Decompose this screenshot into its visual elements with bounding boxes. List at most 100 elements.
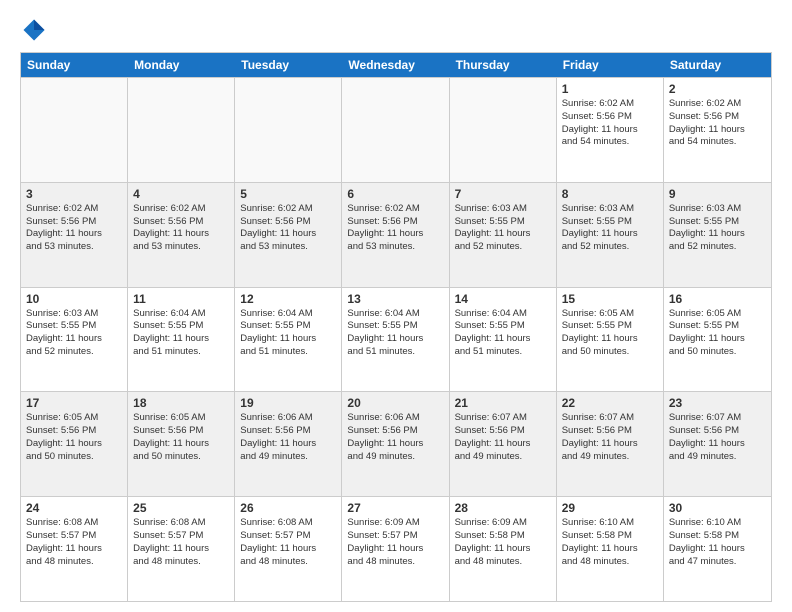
day-info: Sunrise: 6:08 AM Sunset: 5:57 PM Dayligh… <box>26 517 122 568</box>
day-number: 26 <box>240 501 336 515</box>
calendar-cell: 22 Sunrise: 6:07 AM Sunset: 5:56 PM Dayli… <box>557 392 664 496</box>
calendar-cell: 8 Sunrise: 6:03 AM Sunset: 5:55 PM Daylig… <box>557 183 664 287</box>
calendar-cell: 30 Sunrise: 6:10 AM Sunset: 5:58 PM Dayli… <box>664 497 771 601</box>
calendar-cell: 23 Sunrise: 6:07 AM Sunset: 5:56 PM Dayli… <box>664 392 771 496</box>
day-number: 5 <box>240 187 336 201</box>
calendar-cell <box>450 78 557 182</box>
day-number: 25 <box>133 501 229 515</box>
day-number: 14 <box>455 292 551 306</box>
calendar-cell: 6 Sunrise: 6:02 AM Sunset: 5:56 PM Daylig… <box>342 183 449 287</box>
calendar-cell <box>21 78 128 182</box>
calendar-cell: 27 Sunrise: 6:09 AM Sunset: 5:57 PM Dayli… <box>342 497 449 601</box>
day-info: Sunrise: 6:03 AM Sunset: 5:55 PM Dayligh… <box>26 308 122 359</box>
calendar-cell: 1Sunrise: 6:02 AM Sunset: 5:56 PM Daylig… <box>557 78 664 182</box>
day-number: 7 <box>455 187 551 201</box>
logo-icon <box>20 16 48 44</box>
calendar-cell: 20Sunrise: 6:06 AM Sunset: 5:56 PM Dayli… <box>342 392 449 496</box>
day-info: Sunrise: 6:07 AM Sunset: 5:56 PM Dayligh… <box>455 412 551 463</box>
calendar-cell <box>342 78 449 182</box>
day-info: Sunrise: 6:02 AM Sunset: 5:56 PM Dayligh… <box>347 203 443 254</box>
calendar-row: 3Sunrise: 6:02 AM Sunset: 5:56 PM Daylig… <box>21 182 771 287</box>
day-number: 9 <box>669 187 766 201</box>
day-info: Sunrise: 6:05 AM Sunset: 5:55 PM Dayligh… <box>562 308 658 359</box>
day-info: Sunrise: 6:10 AM Sunset: 5:58 PM Dayligh… <box>669 517 766 568</box>
day-info: Sunrise: 6:10 AM Sunset: 5:58 PM Dayligh… <box>562 517 658 568</box>
day-number: 16 <box>669 292 766 306</box>
day-number: 19 <box>240 396 336 410</box>
calendar-cell: 5 Sunrise: 6:02 AM Sunset: 5:56 PM Daylig… <box>235 183 342 287</box>
calendar-header-cell: Friday <box>557 53 664 77</box>
calendar-cell: 18Sunrise: 6:05 AM Sunset: 5:56 PM Dayli… <box>128 392 235 496</box>
day-info: Sunrise: 6:05 AM Sunset: 5:55 PM Dayligh… <box>669 308 766 359</box>
day-number: 28 <box>455 501 551 515</box>
calendar-cell: 29 Sunrise: 6:10 AM Sunset: 5:58 PM Dayli… <box>557 497 664 601</box>
day-info: Sunrise: 6:07 AM Sunset: 5:56 PM Dayligh… <box>669 412 766 463</box>
calendar-cell: 7 Sunrise: 6:03 AM Sunset: 5:55 PM Daylig… <box>450 183 557 287</box>
calendar-header-cell: Sunday <box>21 53 128 77</box>
day-info: Sunrise: 6:04 AM Sunset: 5:55 PM Dayligh… <box>133 308 229 359</box>
calendar-header-cell: Monday <box>128 53 235 77</box>
day-info: Sunrise: 6:04 AM Sunset: 5:55 PM Dayligh… <box>455 308 551 359</box>
calendar-header-cell: Wednesday <box>342 53 449 77</box>
day-info: Sunrise: 6:07 AM Sunset: 5:56 PM Dayligh… <box>562 412 658 463</box>
day-number: 24 <box>26 501 122 515</box>
day-number: 17 <box>26 396 122 410</box>
calendar-cell: 14 Sunrise: 6:04 AM Sunset: 5:55 PM Dayli… <box>450 288 557 392</box>
day-info: Sunrise: 6:02 AM Sunset: 5:56 PM Dayligh… <box>669 98 766 149</box>
calendar-cell: 13 Sunrise: 6:04 AM Sunset: 5:55 PM Dayli… <box>342 288 449 392</box>
calendar-cell: 11 Sunrise: 6:04 AM Sunset: 5:55 PM Dayli… <box>128 288 235 392</box>
day-info: Sunrise: 6:02 AM Sunset: 5:56 PM Dayligh… <box>26 203 122 254</box>
calendar-header-cell: Tuesday <box>235 53 342 77</box>
day-info: Sunrise: 6:03 AM Sunset: 5:55 PM Dayligh… <box>455 203 551 254</box>
day-number: 4 <box>133 187 229 201</box>
day-number: 12 <box>240 292 336 306</box>
day-info: Sunrise: 6:04 AM Sunset: 5:55 PM Dayligh… <box>240 308 336 359</box>
day-number: 13 <box>347 292 443 306</box>
day-info: Sunrise: 6:09 AM Sunset: 5:58 PM Dayligh… <box>455 517 551 568</box>
day-info: Sunrise: 6:04 AM Sunset: 5:55 PM Dayligh… <box>347 308 443 359</box>
day-info: Sunrise: 6:06 AM Sunset: 5:56 PM Dayligh… <box>240 412 336 463</box>
header <box>20 16 772 44</box>
calendar-cell: 2Sunrise: 6:02 AM Sunset: 5:56 PM Daylig… <box>664 78 771 182</box>
day-number: 27 <box>347 501 443 515</box>
calendar-cell: 9 Sunrise: 6:03 AM Sunset: 5:55 PM Daylig… <box>664 183 771 287</box>
calendar-cell: 4Sunrise: 6:02 AM Sunset: 5:56 PM Daylig… <box>128 183 235 287</box>
calendar-cell: 24 Sunrise: 6:08 AM Sunset: 5:57 PM Dayli… <box>21 497 128 601</box>
calendar-cell: 17Sunrise: 6:05 AM Sunset: 5:56 PM Dayli… <box>21 392 128 496</box>
logo <box>20 16 52 44</box>
day-number: 1 <box>562 82 658 96</box>
day-number: 6 <box>347 187 443 201</box>
day-number: 10 <box>26 292 122 306</box>
day-number: 22 <box>562 396 658 410</box>
day-info: Sunrise: 6:08 AM Sunset: 5:57 PM Dayligh… <box>240 517 336 568</box>
calendar-cell: 28 Sunrise: 6:09 AM Sunset: 5:58 PM Dayli… <box>450 497 557 601</box>
calendar-row: 1 Sunrise: 6:02 AM Sunset: 5:56 PM Daylig… <box>21 77 771 182</box>
day-info: Sunrise: 6:02 AM Sunset: 5:56 PM Dayligh… <box>240 203 336 254</box>
day-info: Sunrise: 6:05 AM Sunset: 5:56 PM Dayligh… <box>133 412 229 463</box>
calendar: SundayMondayTuesdayWednesdayThursdayFrid… <box>20 52 772 602</box>
calendar-row: 17 Sunrise: 6:05 AM Sunset: 5:56 PM Dayli… <box>21 391 771 496</box>
day-info: Sunrise: 6:03 AM Sunset: 5:55 PM Dayligh… <box>562 203 658 254</box>
day-number: 20 <box>347 396 443 410</box>
day-number: 11 <box>133 292 229 306</box>
day-info: Sunrise: 6:03 AM Sunset: 5:55 PM Dayligh… <box>669 203 766 254</box>
calendar-body: 1 Sunrise: 6:02 AM Sunset: 5:56 PM Daylig… <box>21 77 771 601</box>
calendar-row: 10 Sunrise: 6:03 AM Sunset: 5:55 PM Dayli… <box>21 287 771 392</box>
calendar-header-cell: Thursday <box>450 53 557 77</box>
calendar-header-cell: Saturday <box>664 53 771 77</box>
day-number: 21 <box>455 396 551 410</box>
calendar-cell <box>128 78 235 182</box>
day-info: Sunrise: 6:09 AM Sunset: 5:57 PM Dayligh… <box>347 517 443 568</box>
day-number: 23 <box>669 396 766 410</box>
calendar-cell: 26 Sunrise: 6:08 AM Sunset: 5:57 PM Dayli… <box>235 497 342 601</box>
day-number: 15 <box>562 292 658 306</box>
calendar-cell: 10 Sunrise: 6:03 AM Sunset: 5:55 PM Dayli… <box>21 288 128 392</box>
day-number: 8 <box>562 187 658 201</box>
calendar-cell: 19 Sunrise: 6:06 AM Sunset: 5:56 PM Dayli… <box>235 392 342 496</box>
calendar-cell: 16 Sunrise: 6:05 AM Sunset: 5:55 PM Dayli… <box>664 288 771 392</box>
day-number: 30 <box>669 501 766 515</box>
day-info: Sunrise: 6:08 AM Sunset: 5:57 PM Dayligh… <box>133 517 229 568</box>
day-number: 29 <box>562 501 658 515</box>
calendar-cell: 15 Sunrise: 6:05 AM Sunset: 5:55 PM Dayli… <box>557 288 664 392</box>
page: SundayMondayTuesdayWednesdayThursdayFrid… <box>0 0 792 612</box>
